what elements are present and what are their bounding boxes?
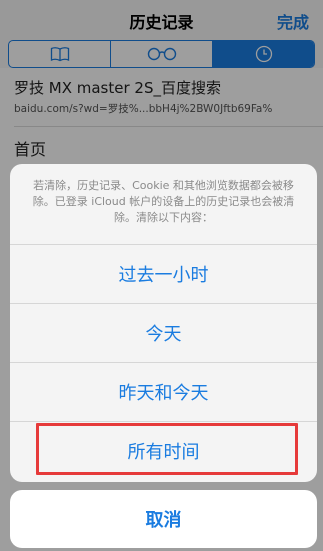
option-last-hour-button[interactable]: 过去一小时	[10, 244, 317, 303]
sheet-message: 若清除，历史记录、Cookie 和其他浏览数据都会被移除。已登录 iCloud …	[32, 179, 295, 224]
highlight-box	[36, 423, 298, 475]
option-today-and-yesterday-button[interactable]: 昨天和今天	[10, 362, 317, 421]
cancel-button[interactable]: 取消	[10, 490, 317, 548]
option-today-button[interactable]: 今天	[10, 303, 317, 362]
